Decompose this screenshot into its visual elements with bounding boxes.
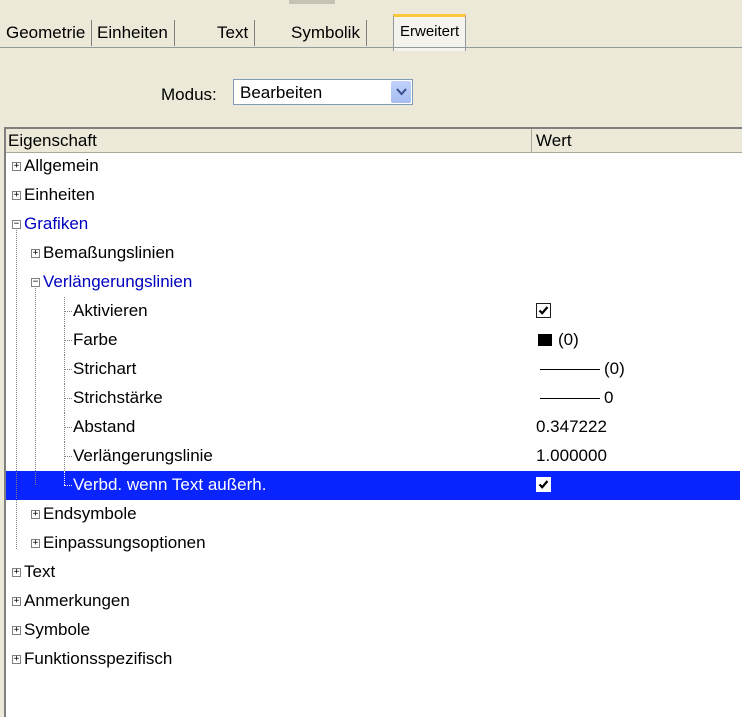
tree-connector: [64, 471, 65, 485]
property-value[interactable]: 1.000000: [536, 445, 607, 467]
tree-connector: [64, 456, 72, 457]
property-row[interactable]: Farbe (0): [6, 326, 740, 355]
expand-icon[interactable]: +: [31, 510, 40, 519]
property-label: Aktivieren: [73, 301, 148, 320]
tab-einheiten[interactable]: Einheiten: [91, 20, 175, 46]
property-row[interactable]: − Grafiken: [6, 210, 740, 239]
property-label: Verlängerungslinien: [43, 272, 193, 291]
checkmark-icon: [538, 306, 549, 315]
property-label: Abstand: [73, 417, 136, 436]
property-row[interactable]: + Einpassungsoptionen: [6, 529, 740, 558]
property-label: Verbd. wenn Text außerh.: [73, 475, 267, 494]
property-label: Allgemein: [24, 156, 99, 175]
tab-text[interactable]: Text: [211, 20, 256, 46]
property-label: Einpassungsoptionen: [43, 533, 206, 552]
color-swatch[interactable]: [538, 334, 552, 346]
expand-icon[interactable]: +: [12, 568, 21, 577]
property-label: Anmerkungen: [24, 591, 130, 610]
property-row[interactable]: Verlängerungslinie 1.000000: [6, 442, 740, 471]
modus-value: Bearbeiten: [240, 83, 323, 102]
property-label: Text: [24, 562, 56, 581]
property-checkbox[interactable]: [536, 303, 551, 318]
tree-connector: [35, 288, 36, 485]
property-label: Strichart: [73, 359, 137, 378]
tree-connector: [64, 369, 72, 370]
tree-connector: [64, 340, 72, 341]
property-row[interactable]: + Bemaßungslinien: [6, 239, 740, 268]
property-value[interactable]: (0): [558, 329, 579, 351]
column-header-value[interactable]: Wert: [532, 129, 742, 152]
tree-connector: [64, 485, 72, 486]
tree-connector: [64, 427, 72, 428]
property-label: Farbe: [73, 330, 118, 349]
property-value[interactable]: (0): [604, 358, 625, 380]
modus-label: Modus:: [161, 85, 217, 104]
property-checkbox[interactable]: [536, 477, 551, 492]
expand-icon[interactable]: +: [12, 655, 21, 664]
tree-connector: [64, 398, 72, 399]
property-row[interactable]: Abstand 0.347222: [6, 413, 740, 442]
tab-erweitert[interactable]: Erweitert: [393, 14, 467, 51]
tab-symbolik[interactable]: Symbolik: [285, 20, 367, 46]
property-value[interactable]: 0.347222: [536, 416, 607, 438]
expand-icon[interactable]: +: [31, 249, 40, 258]
property-label: Strichstärke: [73, 388, 163, 407]
property-label: Verlängerungslinie: [73, 446, 213, 465]
expand-icon[interactable]: +: [31, 539, 40, 548]
property-row[interactable]: + Einheiten: [6, 181, 740, 210]
selected-property-row[interactable]: Verbd. wenn Text außerh.: [6, 471, 740, 500]
property-label: Grafiken: [24, 214, 89, 233]
property-label: Funktionsspezifisch: [24, 649, 173, 668]
tree-connector: [64, 311, 72, 312]
expand-icon[interactable]: +: [12, 597, 21, 606]
property-row[interactable]: Strichart (0): [6, 355, 740, 384]
expand-icon[interactable]: +: [12, 191, 21, 200]
collapse-icon[interactable]: −: [31, 278, 40, 287]
property-row[interactable]: + Text: [6, 558, 740, 587]
property-row[interactable]: + Allgemein: [6, 152, 740, 181]
tab-strip-notch: [289, 0, 335, 4]
property-label: Endsymbole: [43, 504, 137, 523]
property-grid: Eigenschaft Wert + Allgemein + Einheiten − Gr…: [4, 127, 742, 717]
property-row[interactable]: + Symbole: [6, 616, 740, 645]
property-row[interactable]: + Anmerkungen: [6, 587, 740, 616]
property-label: Bemaßungslinien: [43, 243, 175, 262]
grid-header: Eigenschaft Wert: [6, 129, 742, 153]
checkmark-icon: [538, 480, 549, 489]
line-style-sample[interactable]: [540, 398, 600, 399]
property-row[interactable]: + Funktionsspezifisch: [6, 645, 740, 674]
property-row[interactable]: Strichstärke 0: [6, 384, 740, 413]
property-row[interactable]: + Endsymbole: [6, 500, 740, 529]
tab-strip-border: [0, 47, 742, 48]
tab-strip: Geometrie Einheiten Text Symbolik Erweit…: [0, 0, 742, 51]
collapse-icon[interactable]: −: [12, 220, 21, 229]
property-row[interactable]: − Verlängerungslinien: [6, 268, 740, 297]
property-row[interactable]: Aktivieren: [6, 297, 740, 326]
expand-icon[interactable]: +: [12, 162, 21, 171]
modus-dropdown[interactable]: Bearbeiten: [233, 79, 413, 105]
tab-geometrie[interactable]: Geometrie: [0, 20, 93, 46]
column-header-property[interactable]: Eigenschaft: [6, 129, 532, 152]
property-label: Einheiten: [24, 185, 95, 204]
property-label: Symbole: [24, 620, 91, 639]
line-style-sample[interactable]: [540, 369, 600, 370]
expand-icon[interactable]: +: [12, 626, 21, 635]
chevron-down-icon[interactable]: [391, 81, 411, 103]
property-value[interactable]: 0: [604, 387, 613, 409]
tree-connector: [16, 230, 17, 549]
